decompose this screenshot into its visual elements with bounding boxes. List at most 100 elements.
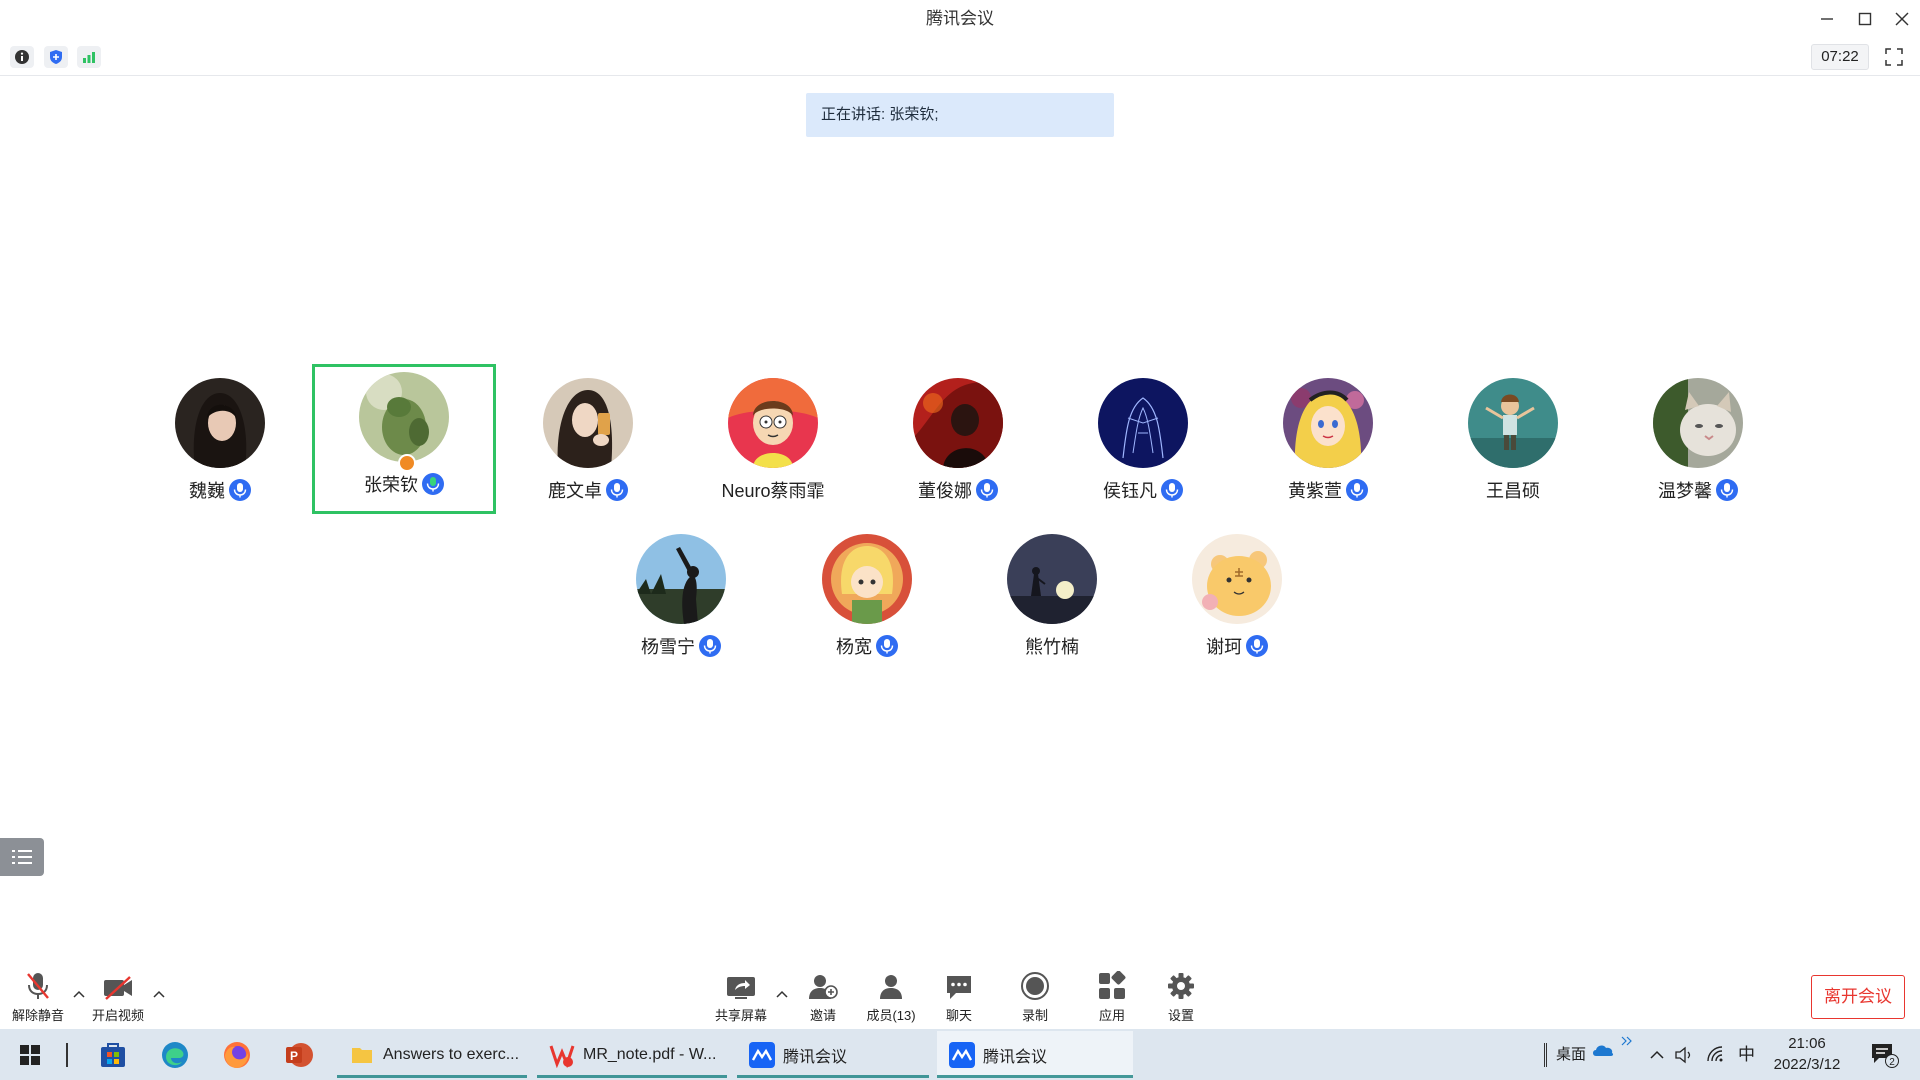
avatar: [1283, 378, 1373, 468]
participant-name: 谢珂: [1145, 633, 1329, 659]
apps-button[interactable]: 应用: [1077, 965, 1147, 1029]
mic-icon: [876, 635, 898, 657]
record-button[interactable]: 录制: [1000, 965, 1070, 1029]
list-toggle-button[interactable]: [0, 838, 44, 876]
participant-tile[interactable]: 鹿文卓: [496, 370, 680, 520]
taskbar-app-tencent-meeting-2[interactable]: 腾讯会议: [937, 1031, 1133, 1078]
windows-taskbar: P Answers to exerc... MR_note.pdf - W...…: [0, 1029, 1920, 1080]
participant-name: 侯钰凡: [1051, 477, 1235, 503]
share-screen-icon: [706, 965, 776, 1001]
participant-tile[interactable]: 谢珂: [1145, 526, 1329, 676]
video-options-chevron-icon[interactable]: [152, 987, 166, 1001]
mic-icon: [1161, 479, 1183, 501]
participant-name: 张荣钦: [315, 471, 493, 497]
participant-tile[interactable]: 杨雪宁: [589, 526, 773, 676]
avatar: [1468, 378, 1558, 468]
avatar: [1653, 378, 1743, 468]
mic-icon: [1716, 479, 1738, 501]
folder-icon: [349, 1042, 375, 1068]
show-hidden-icons-chevron-icon[interactable]: [1642, 1037, 1672, 1073]
participant-name: 魏巍: [128, 477, 312, 503]
tencent-meeting-icon: [949, 1041, 975, 1068]
wps-pdf-icon: [549, 1042, 575, 1068]
taskbar-app-answers[interactable]: Answers to exerc...: [337, 1031, 527, 1078]
participant-name: Neuro蔡雨霏: [721, 481, 825, 501]
fullscreen-icon[interactable]: [1882, 46, 1906, 68]
participant-tile[interactable]: 侯钰凡: [1051, 370, 1235, 520]
participant-name: 王昌硕: [1486, 481, 1540, 501]
firefox-icon[interactable]: [219, 1037, 255, 1073]
unmute-button[interactable]: 解除静音: [3, 965, 73, 1029]
mic-icon: [976, 479, 998, 501]
apps-grid-icon: [1077, 965, 1147, 1001]
record-icon: [1000, 965, 1070, 1001]
network-signal-icon[interactable]: [77, 46, 101, 68]
mic-icon: [1346, 479, 1368, 501]
video-off-icon: [83, 965, 153, 1001]
leave-meeting-button[interactable]: 离开会议: [1811, 975, 1905, 1019]
participant-tile[interactable]: 董俊娜: [866, 370, 1050, 520]
title-bar: 腾讯会议: [0, 0, 1920, 38]
avatar: [175, 378, 265, 468]
windows-start-icon[interactable]: [12, 1037, 48, 1073]
participant-tile[interactable]: 温梦馨: [1606, 370, 1790, 520]
avatar: [913, 378, 1003, 468]
taskbar-divider: [66, 1043, 68, 1067]
mic-icon: [606, 479, 628, 501]
avatar: [543, 378, 633, 468]
meeting-toolbar: 解除静音 开启视频 共享屏幕 邀请 成员(13) 聊天 录制 应用 设置: [0, 965, 1920, 1029]
chat-button[interactable]: 聊天: [924, 965, 994, 1029]
info-icon[interactable]: [10, 46, 34, 68]
double-chevron-icon[interactable]: [1617, 1031, 1637, 1051]
participant-tile[interactable]: 杨宽: [775, 526, 959, 676]
onedrive-cloud-icon[interactable]: [1588, 1035, 1618, 1065]
desktop-toolbar-label[interactable]: 桌面: [1556, 1029, 1586, 1080]
edge-browser-icon[interactable]: [157, 1037, 193, 1073]
start-video-button[interactable]: 开启视频: [83, 965, 153, 1029]
settings-button[interactable]: 设置: [1146, 965, 1216, 1029]
participant-tile[interactable]: 魏巍: [128, 370, 312, 520]
list-icon: [12, 850, 32, 864]
speaking-banner: 正在讲话: 张荣钦;: [806, 93, 1114, 137]
system-clock[interactable]: 21:06 2022/3/12: [1765, 1033, 1849, 1075]
participant-name: 温梦馨: [1606, 477, 1790, 503]
ime-indicator[interactable]: 中: [1738, 1029, 1755, 1080]
window-title: 腾讯会议: [926, 9, 994, 28]
taskbar-app-tencent-meeting-1[interactable]: 腾讯会议: [737, 1031, 929, 1078]
wifi-icon[interactable]: [1702, 1037, 1732, 1073]
participant-tile[interactable]: 王昌硕: [1421, 370, 1605, 520]
invite-button[interactable]: 邀请: [788, 965, 858, 1029]
microsoft-store-icon[interactable]: [95, 1037, 131, 1073]
speaker-volume-icon[interactable]: [1670, 1037, 1700, 1073]
members-button[interactable]: 成员(13): [856, 965, 926, 1029]
participant-name: 杨雪宁: [589, 633, 773, 659]
avatar: [1007, 534, 1097, 624]
tray-divider: [1544, 1043, 1547, 1067]
taskbar-app-mr-note[interactable]: MR_note.pdf - W...: [537, 1031, 727, 1078]
participant-name: 黄紫萱: [1236, 477, 1420, 503]
participant-tile[interactable]: 张荣钦: [312, 364, 496, 514]
share-options-chevron-icon[interactable]: [775, 987, 789, 1001]
close-button[interactable]: [1880, 4, 1920, 34]
avatar: [636, 534, 726, 624]
participant-name: 熊竹楠: [1025, 637, 1079, 657]
powerpoint-icon[interactable]: P: [281, 1037, 317, 1073]
chat-icon: [924, 965, 994, 1001]
avatar: [822, 534, 912, 624]
mic-icon: [1246, 635, 1268, 657]
participant-name: 鹿文卓: [496, 477, 680, 503]
share-screen-button[interactable]: 共享屏幕: [706, 965, 776, 1029]
participant-tile[interactable]: 黄紫萱: [1236, 370, 1420, 520]
members-icon: [856, 965, 926, 1001]
svg-text:P: P: [290, 1049, 298, 1063]
avatar: [359, 372, 449, 462]
avatar: [1098, 378, 1188, 468]
meeting-window: 腾讯会议 07:22 正在讲话: 张荣钦; 魏巍 张荣钦 鹿文卓 Neuro蔡雨霏 董俊…: [0, 0, 1920, 1080]
notification-center-icon[interactable]: 2: [1864, 1037, 1904, 1073]
gear-icon: [1146, 965, 1216, 1001]
meeting-timer: 07:22: [1811, 44, 1869, 70]
security-shield-icon[interactable]: [44, 46, 68, 68]
muted-mic-icon: [3, 965, 73, 1001]
participant-tile[interactable]: 熊竹楠: [960, 526, 1144, 676]
participant-tile[interactable]: Neuro蔡雨霏: [681, 370, 865, 520]
